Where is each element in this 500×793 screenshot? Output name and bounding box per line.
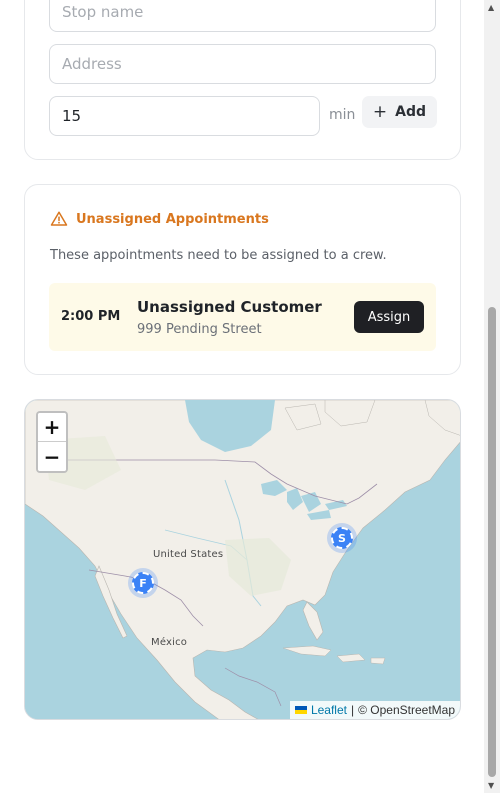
map-attribution: Leaflet | © OpenStreetMap: [289, 701, 460, 719]
leaflet-link[interactable]: Leaflet: [311, 703, 347, 717]
address-input[interactable]: [49, 44, 436, 84]
osm-attribution-text: © OpenStreetMap: [358, 703, 455, 717]
add-stop-button[interactable]: + Add: [362, 96, 437, 128]
zoom-out-button[interactable]: −: [38, 442, 66, 471]
route-map[interactable]: + − United States México F S Leaflet | ©…: [24, 399, 461, 720]
attribution-separator: |: [350, 703, 355, 717]
unassigned-title: Unassigned Appointments: [76, 211, 269, 227]
map-zoom-control: + −: [36, 411, 68, 473]
assign-button[interactable]: Assign: [354, 301, 424, 333]
map-marker-s-badge: S: [331, 527, 353, 549]
map-marker-s[interactable]: S: [327, 523, 357, 553]
appointment-customer: Unassigned Customer: [137, 298, 322, 316]
appointment-time: 2:00 PM: [61, 309, 121, 324]
ukraine-flag-icon: [294, 706, 307, 714]
add-button-label: Add: [395, 104, 427, 120]
map-marker-f-badge: F: [132, 572, 154, 594]
unassigned-appointments-card: Unassigned Appointments These appointmen…: [24, 184, 461, 375]
scroll-down-arrow-icon[interactable]: ▼: [488, 781, 494, 790]
warning-triangle-icon: [50, 211, 68, 226]
map-label-united-states: United States: [153, 549, 224, 560]
appointment-row: 2:00 PM Unassigned Customer 999 Pending …: [49, 283, 436, 351]
vertical-scrollbar[interactable]: ▲ ▼: [484, 0, 500, 793]
map-tiles: [25, 400, 460, 719]
duration-minutes-input[interactable]: [49, 96, 320, 136]
add-stop-card: min + Add: [24, 0, 461, 160]
scroll-up-arrow-icon[interactable]: ▲: [488, 3, 494, 12]
plus-icon: +: [372, 101, 388, 122]
minutes-unit-label: min: [329, 107, 356, 123]
stop-name-input[interactable]: [49, 0, 436, 32]
map-marker-f[interactable]: F: [128, 568, 158, 598]
unassigned-header: Unassigned Appointments: [50, 210, 269, 228]
appointment-address: 999 Pending Street: [137, 322, 262, 337]
map-label-mexico: México: [151, 637, 188, 648]
scrollbar-thumb[interactable]: [488, 307, 496, 777]
zoom-in-button[interactable]: +: [38, 413, 66, 442]
unassigned-description: These appointments need to be assigned t…: [50, 248, 387, 263]
page-content: min + Add Unassigned Appointments These …: [0, 0, 484, 793]
